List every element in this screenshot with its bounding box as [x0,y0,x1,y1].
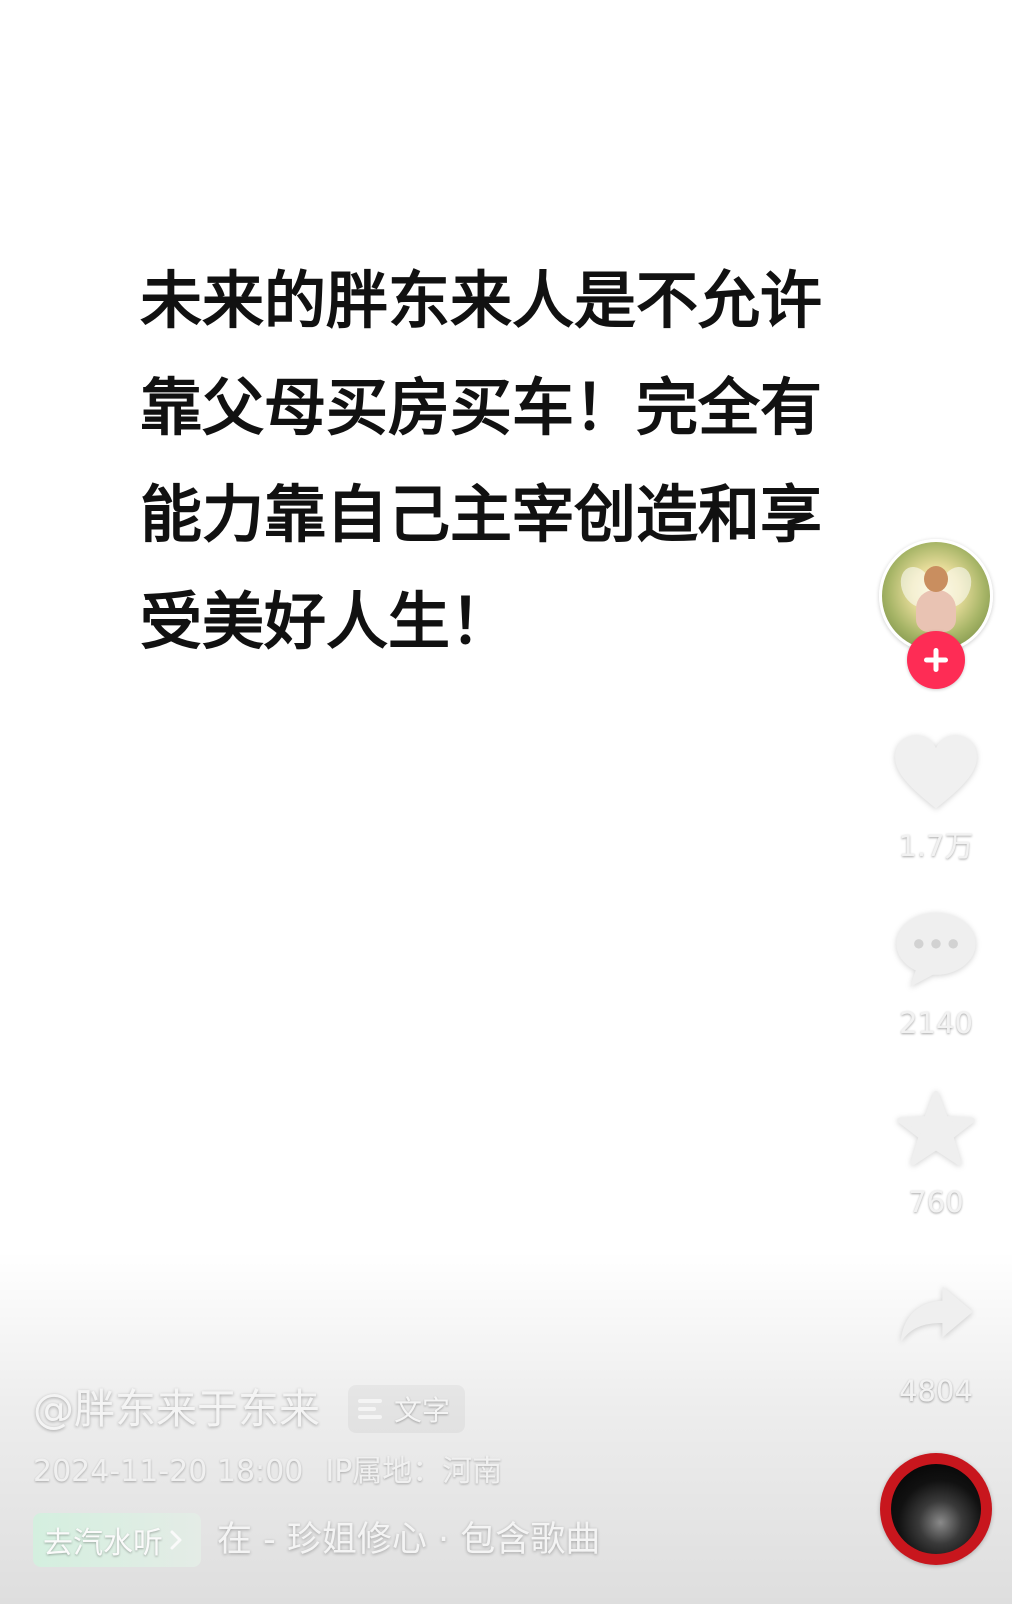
content-type-tag[interactable]: 文字 [348,1385,465,1433]
text-lines-icon [358,1399,382,1419]
comment-count: 2140 [899,1006,973,1040]
chevron-right-icon [170,1530,182,1550]
heart-icon[interactable] [891,732,981,812]
music-disc-cover [891,1464,981,1554]
favorite-count: 760 [908,1185,964,1219]
content-type-label: 文字 [394,1394,451,1427]
author-handle[interactable]: @胖东来于东来 [33,1384,320,1434]
post-text-block: 未来的胖东来人是不允许 靠父母买房买车！完全有 能力靠自己主宰创造和享 受美好人… [140,247,840,675]
share-count: 4804 [899,1374,973,1408]
open-in-qishui-button[interactable]: 去汽水听 [33,1513,201,1567]
star-icon[interactable] [896,1090,976,1166]
avatar-figure-head [924,566,948,592]
post-meta: 2024-11-20 18:00 IP属地：河南 [33,1453,502,1491]
avatar-figure-body [916,590,956,632]
follow-button[interactable] [907,631,965,689]
post-text-line: 未来的胖东来人是不允许 [140,264,823,337]
like-count: 1.7万 [898,829,974,863]
music-track-marquee[interactable]: 在 - 珍姐修心 · 包含歌曲 [217,1513,624,1567]
music-cta-label: 去汽水听 [43,1526,163,1561]
ip-location: IP属地：河南 [325,1454,503,1489]
post-text-line: 靠父母买房买车！完全有 [140,371,823,444]
post-text-line: 能力靠自己主宰创造和享 [140,478,823,551]
comment-bubble-icon[interactable] [893,909,979,989]
post-date: 2024-11-20 18:00 [33,1454,304,1489]
post-text-line: 受美好人生！ [140,585,513,658]
share-arrow-icon[interactable] [896,1282,976,1348]
music-disc[interactable] [880,1453,992,1565]
plus-icon [924,648,948,672]
